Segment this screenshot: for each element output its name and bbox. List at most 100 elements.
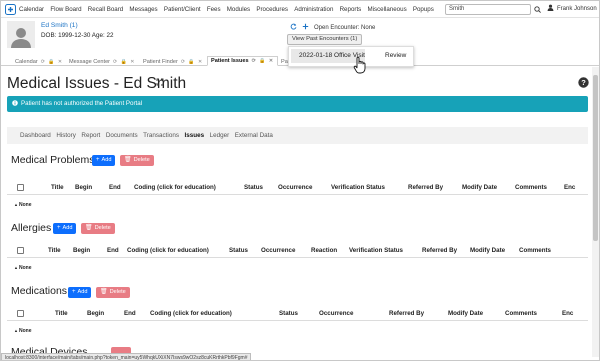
plus-icon: +: [96, 157, 100, 163]
col-occurrence[interactable]: Occurrence: [261, 247, 295, 254]
col-end[interactable]: End: [124, 310, 136, 317]
medical-problems-none-row[interactable]: ▲None: [14, 202, 31, 208]
browser-status-bar: localhost:8300/interface/main/tabs/main.…: [1, 353, 252, 360]
subnav-external-data[interactable]: External Data: [235, 132, 273, 139]
patient-search-input[interactable]: Smith: [445, 4, 531, 15]
delete-medical-problem-button[interactable]: 🗑 Delete: [120, 155, 154, 166]
col-verification-status[interactable]: Verification Status: [349, 247, 403, 254]
subnav-report[interactable]: Report: [81, 132, 100, 139]
delete-allergy-button[interactable]: 🗑 Delete: [81, 223, 115, 234]
col-enc[interactable]: Enc: [562, 310, 573, 317]
col-title[interactable]: Title: [51, 184, 64, 191]
menu-patient-client[interactable]: Patient/Client: [164, 6, 201, 13]
review-option[interactable]: Review: [385, 49, 406, 63]
col-occurrence[interactable]: Occurrence: [319, 310, 353, 317]
col-reaction[interactable]: Reaction: [311, 247, 337, 254]
view-past-encounters-button[interactable]: View Past Encounters (1): [287, 34, 363, 45]
menu-popups[interactable]: Popups: [413, 6, 434, 13]
hand-cursor-icon: [353, 56, 367, 74]
col-referred-by[interactable]: Referred By: [408, 184, 443, 191]
col-coding[interactable]: Coding (click for education): [134, 184, 216, 191]
col-status[interactable]: Status: [229, 247, 248, 254]
add-medical-problem-button[interactable]: + Add: [92, 155, 116, 166]
col-begin[interactable]: Begin: [87, 310, 104, 317]
col-status[interactable]: Status: [279, 310, 298, 317]
menu-messages[interactable]: Messages: [129, 6, 157, 13]
tab-message-center[interactable]: Message Center ⟳ 🔒 ✕: [69, 57, 135, 66]
section-title-medical-problems: Medical Problems: [11, 154, 95, 166]
col-title[interactable]: Title: [48, 247, 61, 254]
top-menu-bar: Calendar Flow Board Recall Board Message…: [1, 1, 599, 18]
col-referred-by[interactable]: Referred By: [389, 310, 424, 317]
tab-patient-finder[interactable]: Patient Finder ⟳ 🔒 ✕: [143, 57, 203, 66]
col-begin[interactable]: Begin: [75, 184, 92, 191]
menu-modules[interactable]: Modules: [227, 6, 250, 13]
menu-procedures[interactable]: Procedures: [256, 6, 288, 13]
col-status[interactable]: Status: [244, 184, 263, 191]
col-modify-date[interactable]: Modify Date: [462, 184, 497, 191]
none-label: None: [18, 328, 32, 334]
col-begin[interactable]: Begin: [73, 247, 90, 254]
patient-subnav: Dashboard History Report Documents Trans…: [7, 127, 588, 144]
tab-controls[interactable]: ⟳ 🔒 ✕: [181, 59, 203, 65]
col-end[interactable]: End: [107, 247, 119, 254]
col-modify-date[interactable]: Modify Date: [470, 247, 505, 254]
expand-icon[interactable]: [156, 73, 164, 86]
col-occurrence[interactable]: Occurrence: [278, 184, 312, 191]
section-title-allergies: Allergies: [11, 222, 52, 234]
col-end[interactable]: End: [109, 184, 121, 191]
col-comments[interactable]: Comments: [505, 310, 537, 317]
tab-calendar[interactable]: Calendar ⟳ 🔒 ✕: [7, 57, 63, 66]
search-icon[interactable]: [533, 4, 542, 15]
col-verification-status[interactable]: Verification Status: [331, 184, 385, 191]
col-modify-date[interactable]: Modify Date: [448, 310, 483, 317]
menu-miscellaneous[interactable]: Miscellaneous: [367, 6, 406, 13]
select-all-checkbox[interactable]: [17, 247, 24, 254]
encounter-row: Open Encounter: None: [290, 23, 375, 32]
menu-fees[interactable]: Fees: [207, 6, 221, 13]
add-medication-button[interactable]: + Add: [68, 287, 92, 298]
button-label: Add: [62, 225, 73, 231]
menu-flow-board[interactable]: Flow Board: [50, 6, 81, 13]
subnav-transactions[interactable]: Transactions: [143, 132, 179, 139]
menu-calendar[interactable]: Calendar: [19, 6, 44, 13]
allergies-table-header: Title Begin End Coding (click for educat…: [7, 245, 588, 258]
col-comments[interactable]: Comments: [519, 247, 551, 254]
add-allergy-button[interactable]: + Add: [53, 223, 77, 234]
subnav-documents[interactable]: Documents: [106, 132, 138, 139]
subnav-issues[interactable]: Issues: [185, 132, 205, 139]
subnav-dashboard[interactable]: Dashboard: [20, 132, 51, 139]
refresh-icon[interactable]: [290, 23, 297, 32]
tab-patient-issues[interactable]: Patient Issues ⟳ 🔒 ✕: [207, 56, 279, 66]
menu-administration[interactable]: Administration: [294, 6, 333, 13]
tab-controls[interactable]: ⟳ 🔒 ✕: [252, 58, 274, 64]
col-comments[interactable]: Comments: [515, 184, 547, 191]
button-label: Add: [77, 289, 88, 295]
help-icon[interactable]: ?: [578, 75, 589, 88]
tab-controls[interactable]: ⟳ 🔒 ✕: [41, 59, 63, 65]
menu-reports[interactable]: Reports: [340, 6, 362, 13]
past-encounters-dropdown: 2022-01-18 Office Visit Review: [288, 46, 414, 67]
delete-medication-button[interactable]: 🗑 Delete: [96, 287, 130, 298]
user-menu[interactable]: Frank Johnson: [547, 4, 597, 13]
medications-none-row[interactable]: ▲None: [14, 328, 31, 334]
scrollbar-thumb[interactable]: [593, 75, 598, 241]
logo-icon[interactable]: [3, 2, 17, 16]
col-coding[interactable]: Coding (click for education): [127, 247, 209, 254]
select-all-checkbox[interactable]: [17, 184, 24, 191]
col-title[interactable]: Title: [55, 310, 68, 317]
col-coding[interactable]: Coding (click for education): [150, 310, 232, 317]
plus-icon: +: [57, 225, 61, 231]
subnav-history[interactable]: History: [56, 132, 76, 139]
subnav-ledger[interactable]: Ledger: [210, 132, 230, 139]
select-all-checkbox[interactable]: [17, 310, 24, 317]
col-referred-by[interactable]: Referred By: [422, 247, 457, 254]
patient-name-link[interactable]: Ed Smith (1): [41, 22, 78, 29]
tab-controls[interactable]: ⟳ 🔒 ✕: [113, 59, 135, 65]
allergies-none-row[interactable]: ▲None: [14, 265, 31, 271]
user-name: Frank Johnson: [557, 5, 597, 12]
menu-recall-board[interactable]: Recall Board: [88, 6, 123, 13]
col-enc[interactable]: Enc: [564, 184, 575, 191]
plus-icon: +: [72, 289, 76, 295]
plus-icon[interactable]: [302, 23, 309, 32]
